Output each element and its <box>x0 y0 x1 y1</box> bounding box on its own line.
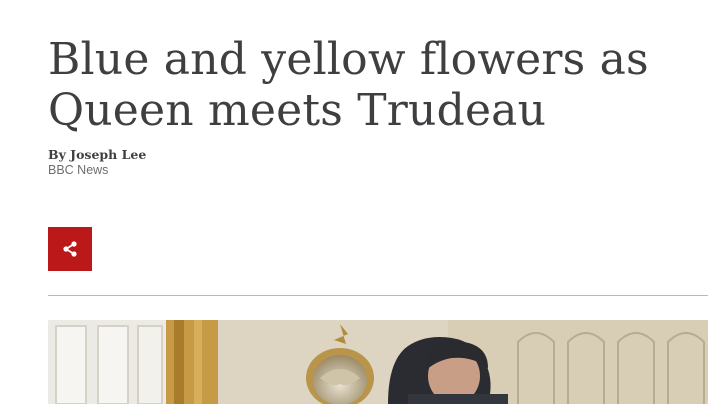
share-button[interactable] <box>48 227 92 271</box>
section-divider <box>48 295 708 296</box>
share-icon <box>61 240 79 258</box>
article-source: BBC News <box>48 163 109 177</box>
article-headline: Blue and yellow flowers as Queen meets T… <box>48 34 649 136</box>
author-byline: By Joseph Lee <box>48 147 147 162</box>
article-hero-image <box>48 320 708 404</box>
